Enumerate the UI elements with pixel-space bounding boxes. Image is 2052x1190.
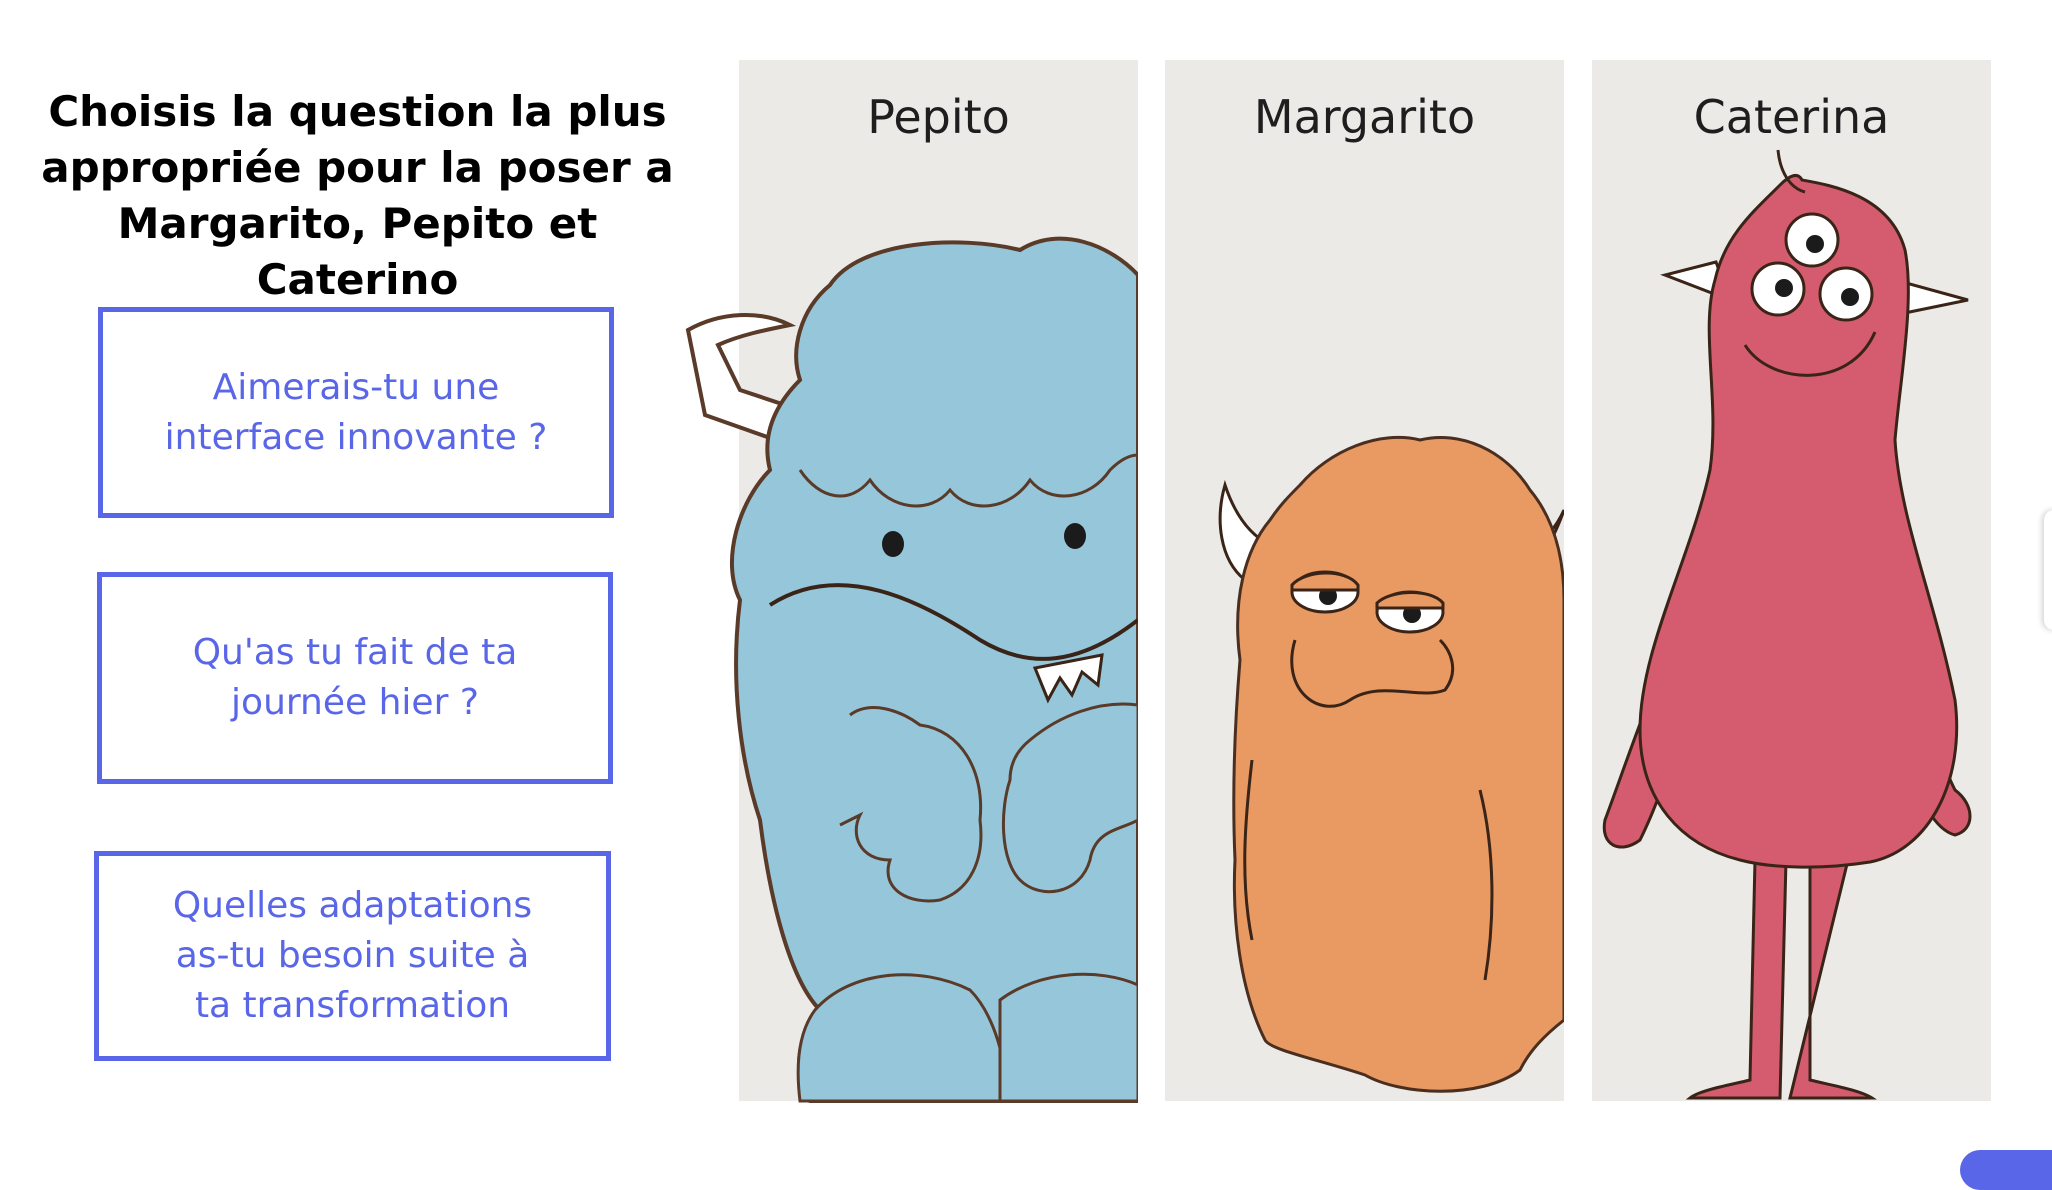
blue-furry-monster-icon <box>685 236 1138 1103</box>
monster-illustrations <box>685 149 1972 1103</box>
side-panel-handle[interactable] <box>2044 510 2052 630</box>
pink-three-eyed-monster-icon <box>1602 149 1972 1100</box>
orange-furry-monster-icon <box>1218 435 1564 1093</box>
next-button[interactable] <box>1960 1150 2052 1190</box>
